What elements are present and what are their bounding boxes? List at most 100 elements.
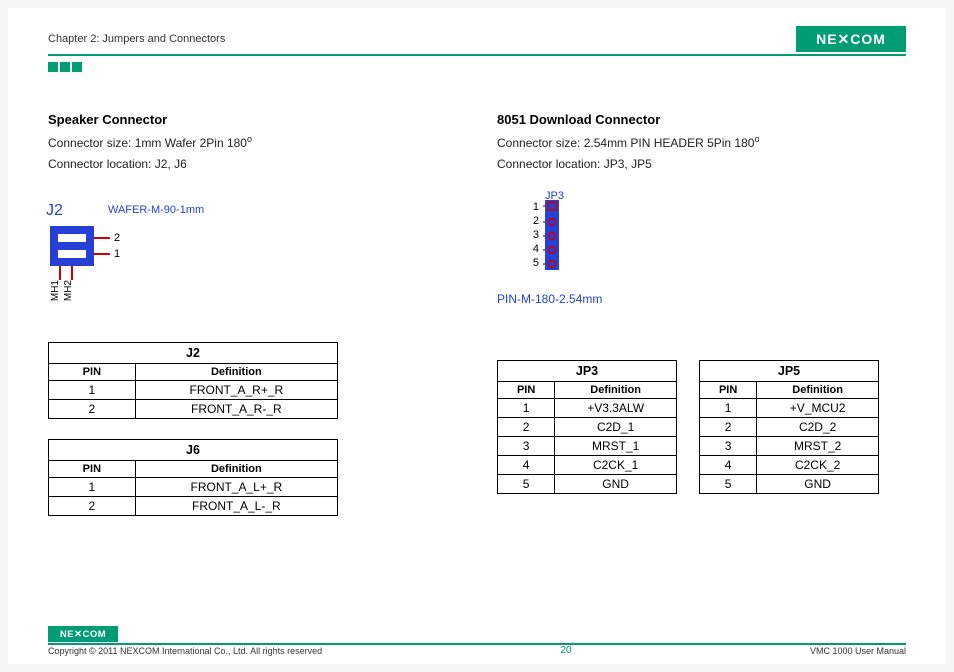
copyright-text: Copyright © 2011 NEXCOM International Co… (48, 646, 322, 656)
svg-text:2: 2 (114, 232, 120, 244)
cell: +V_MCU2 (757, 398, 879, 417)
mh-labels: MH1 MH2 (50, 280, 74, 301)
jp3-part-label: PIN-M-180-2.54mm (497, 292, 602, 306)
table-row: 2FRONT_A_L-_R (49, 496, 338, 515)
table-row: PIN Definition (49, 460, 338, 477)
cell: GND (757, 474, 879, 493)
table-jp3-caption: JP3 (497, 360, 677, 381)
table-row: 1FRONT_A_L+_R (49, 477, 338, 496)
table-row: 3MRST_1 (498, 436, 677, 455)
brand-text: NE✕COM (816, 31, 886, 48)
download-size: Connector size: 2.54mm PIN HEADER 5Pin 1… (497, 133, 906, 152)
degree-symbol: o (247, 134, 252, 144)
chapter-label: Chapter 2: Jumpers and Connectors (48, 33, 225, 45)
left-column: Speaker Connector Connector size: 1mm Wa… (48, 112, 457, 516)
cell: 2 (49, 399, 136, 418)
jp3-pin-numbers: 1 2 3 4 5 (529, 200, 539, 270)
table-row: 4C2CK_1 (498, 455, 677, 474)
cell: 1 (498, 398, 555, 417)
top-header: Chapter 2: Jumpers and Connectors NE✕COM (48, 26, 906, 52)
content: Speaker Connector Connector size: 1mm Wa… (48, 112, 906, 516)
download-location: Connector location: JP3, JP5 (497, 156, 906, 173)
j2-part-label: WAFER-M-90-1mm (108, 204, 204, 216)
page-number: 20 (560, 645, 571, 656)
table-row: 5GND (700, 474, 879, 493)
table-row: PIN Definition (498, 381, 677, 398)
cell: C2D_2 (757, 417, 879, 436)
jp3-diagram: JP3 1 2 3 4 5 (497, 202, 906, 322)
cell: GND (555, 474, 677, 493)
table-j6: J6 PIN Definition 1FRONT_A_L+_R 2FRONT_A… (48, 439, 338, 516)
cell: 3 (700, 436, 757, 455)
footer: NE✕COM Copyright © 2011 NEXCOM Internati… (48, 626, 906, 656)
cell: 4 (700, 455, 757, 474)
speaker-size-text: Connector size: 1mm Wafer 2Pin 180 (48, 136, 247, 150)
table-j6-caption: J6 (48, 439, 338, 460)
cell: FRONT_A_L+_R (135, 477, 337, 496)
table-j2: J2 PIN Definition 1FRONT_A_R+_R 2FRONT_A… (48, 342, 338, 419)
table-row: 3MRST_2 (700, 436, 879, 455)
jp3-connector-icon (543, 200, 573, 280)
col-def: Definition (135, 363, 337, 380)
cell: 2 (49, 496, 136, 515)
table-row: PIN Definition (49, 363, 338, 380)
table-row: 4C2CK_2 (700, 455, 879, 474)
cell: C2CK_2 (757, 455, 879, 474)
degree-symbol: o (754, 134, 759, 144)
cell: 3 (498, 436, 555, 455)
cell: +V3.3ALW (555, 398, 677, 417)
cell: 5 (498, 474, 555, 493)
footer-logo: NE✕COM (48, 626, 118, 642)
pin-num: 2 (529, 214, 539, 228)
table-row: 2C2D_2 (700, 417, 879, 436)
j2-diagram: J2 WAFER-M-90-1mm 2 1 MH1 (48, 202, 457, 322)
col-pin: PIN (49, 363, 136, 380)
table-jp5-caption: JP5 (699, 360, 879, 381)
cell: 2 (700, 417, 757, 436)
table-row: 2FRONT_A_R-_R (49, 399, 338, 418)
speaker-connector-title: Speaker Connector (48, 112, 457, 127)
cell: MRST_2 (757, 436, 879, 455)
page: Chapter 2: Jumpers and Connectors NE✕COM… (8, 8, 946, 664)
cell: 1 (700, 398, 757, 417)
brand-logo: NE✕COM (796, 26, 906, 52)
cell: FRONT_A_R+_R (135, 380, 337, 399)
pin-num: 3 (529, 228, 539, 242)
speaker-location: Connector location: J2, J6 (48, 156, 457, 173)
cell: C2D_1 (555, 417, 677, 436)
cell: 2 (498, 417, 555, 436)
download-size-text: Connector size: 2.54mm PIN HEADER 5Pin 1… (497, 136, 754, 150)
cell: MRST_1 (555, 436, 677, 455)
cell: 5 (700, 474, 757, 493)
pin-num: 1 (529, 200, 539, 214)
table-row: 5GND (498, 474, 677, 493)
col-def: Definition (757, 381, 879, 398)
footer-row: Copyright © 2011 NEXCOM International Co… (48, 645, 906, 656)
cell: 1 (49, 477, 136, 496)
col-pin: PIN (498, 381, 555, 398)
right-tables: JP3 PIN Definition 1+V3.3ALW 2C2D_1 3MRS… (497, 340, 906, 494)
cell: 1 (49, 380, 136, 399)
table-row: 1FRONT_A_R+_R (49, 380, 338, 399)
header-rule (48, 54, 906, 56)
cell: C2CK_1 (555, 455, 677, 474)
download-connector-title: 8051 Download Connector (497, 112, 906, 127)
table-row: 2C2D_1 (498, 417, 677, 436)
speaker-size: Connector size: 1mm Wafer 2Pin 180o (48, 133, 457, 152)
pin-num: 4 (529, 242, 539, 256)
svg-text:1: 1 (114, 248, 120, 260)
col-def: Definition (555, 381, 677, 398)
table-row: 1+V3.3ALW (498, 398, 677, 417)
cell: FRONT_A_R-_R (135, 399, 337, 418)
table-jp3: JP3 PIN Definition 1+V3.3ALW 2C2D_1 3MRS… (497, 360, 677, 494)
col-def: Definition (135, 460, 337, 477)
col-pin: PIN (49, 460, 136, 477)
pin-num: 5 (529, 256, 539, 270)
manual-name: VMC 1000 User Manual (810, 646, 906, 656)
left-tables: J2 PIN Definition 1FRONT_A_R+_R 2FRONT_A… (48, 342, 338, 516)
cell: 4 (498, 455, 555, 474)
j2-ref-label: J2 (46, 202, 63, 220)
col-pin: PIN (700, 381, 757, 398)
cell: FRONT_A_L-_R (135, 496, 337, 515)
table-row: PIN Definition (700, 381, 879, 398)
